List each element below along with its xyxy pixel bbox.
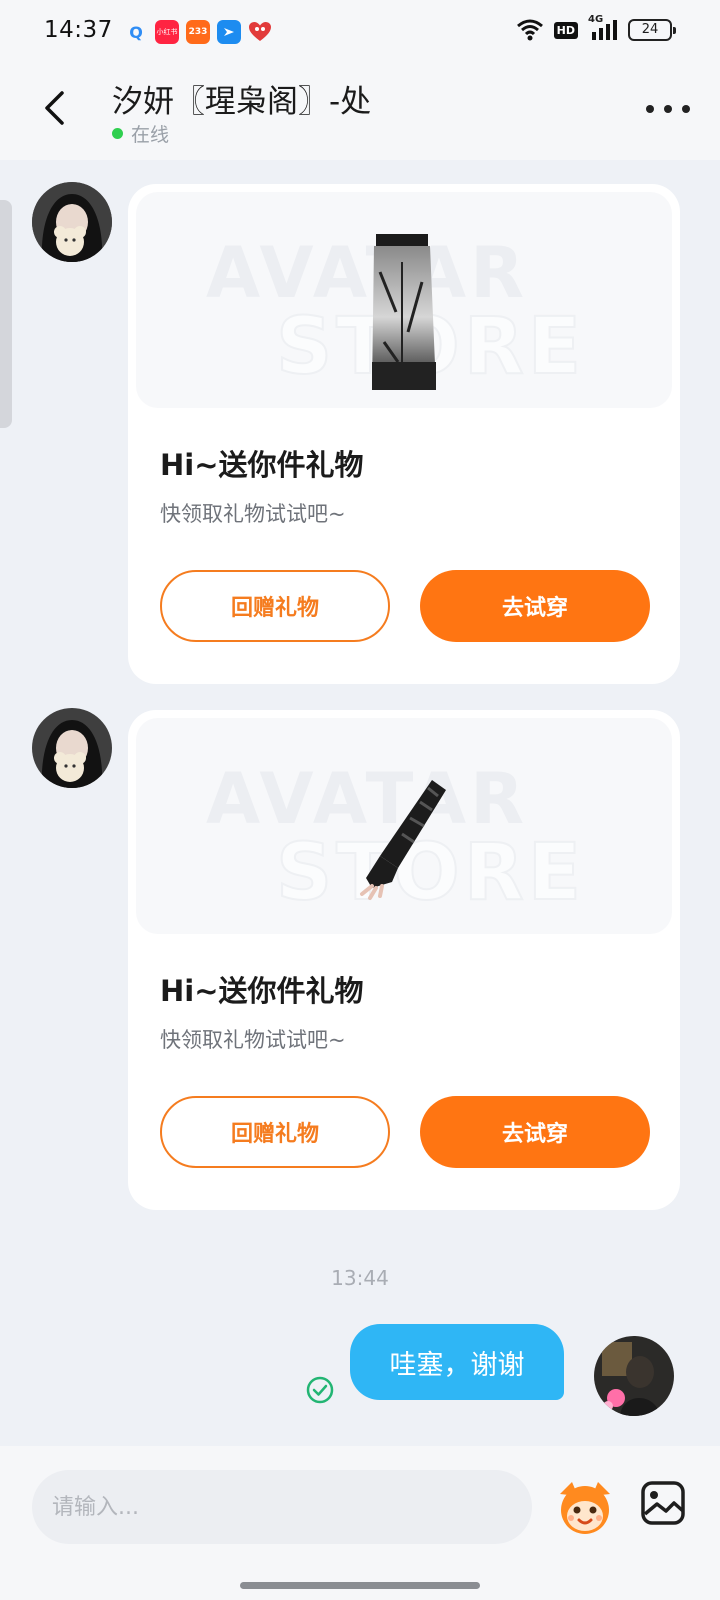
online-status-label: 在线 [131,124,170,146]
read-check-icon [306,1376,334,1404]
status-time: 14:37 [44,17,113,43]
xiaohongshu-notification-icon: 小红书 [155,20,179,44]
app-233-notification-icon: 233 [186,20,210,44]
dot [646,105,654,113]
contact-avatar[interactable] [32,708,112,788]
home-indicator[interactable] [240,1582,480,1589]
dot [664,105,672,113]
black-pants-item-icon [372,234,436,390]
online-dot-icon [112,128,123,139]
image-icon [641,1481,685,1525]
dot [682,105,690,113]
status-bar: 14:37 Q 小红书 233 HD 4G 24 [0,0,720,64]
mascot-emoji-icon [560,1482,610,1534]
chat-header: 汐妍〖瑆枭阁〗-处 在线 [0,64,720,160]
black-arm-sleeve-item-icon [360,780,446,900]
contact-avatar[interactable] [32,182,112,262]
emoji-button[interactable] [554,1476,616,1538]
gift-subtitle: 快领取礼物试试吧~ [160,1028,346,1052]
gift-subtitle: 快领取礼物试试吧~ [160,502,346,526]
return-gift-button[interactable]: 回赠礼物 [160,570,390,642]
image-picker-button[interactable] [640,1480,686,1526]
message-input[interactable] [32,1470,532,1544]
outgoing-message-bubble[interactable]: 哇塞，谢谢 [350,1324,564,1400]
more-options-button[interactable] [646,94,690,124]
signal-icon: 4G [588,14,618,42]
my-avatar[interactable] [594,1336,674,1416]
hd-voice-icon: HD [553,21,578,39]
side-drawer-handle[interactable] [0,200,12,428]
gift-item-preview[interactable]: AVATAR STORE [136,718,672,934]
gift-title: Hi~送你件礼物 [160,448,364,482]
back-button[interactable] [32,86,76,130]
message-timestamp: 13:44 [331,1266,389,1290]
message-input-bar [0,1446,720,1600]
gift-message-card[interactable]: AVATAR STORE Hi~送你件礼物 快领取礼物试试吧~ 回赠礼物 去试穿 [128,710,680,1210]
contact-name: 汐妍〖瑆枭阁〗-处 [112,84,372,120]
gift-message-card[interactable]: AVATAR STORE Hi~送你件礼物 快领取礼物试试吧~ 回赠礼物 去试穿 [128,184,680,684]
heart-app-notification-icon [248,20,272,44]
try-on-button[interactable]: 去试穿 [420,1096,650,1168]
contact-status: 在线 [112,120,169,147]
wifi-icon [516,19,543,41]
return-gift-button[interactable]: 回赠礼物 [160,1096,390,1168]
system-icons: HD 4G 24 [516,14,676,42]
gift-item-preview[interactable]: AVATAR STORE [136,192,672,408]
search-notification-icon: Q [129,22,143,42]
bird-app-notification-icon [217,20,241,44]
notification-icons: Q 小红书 233 [124,20,272,44]
battery-icon: 24 [628,19,676,41]
gift-title: Hi~送你件礼物 [160,974,364,1008]
try-on-button[interactable]: 去试穿 [420,570,650,642]
back-arrow-icon [45,91,64,125]
